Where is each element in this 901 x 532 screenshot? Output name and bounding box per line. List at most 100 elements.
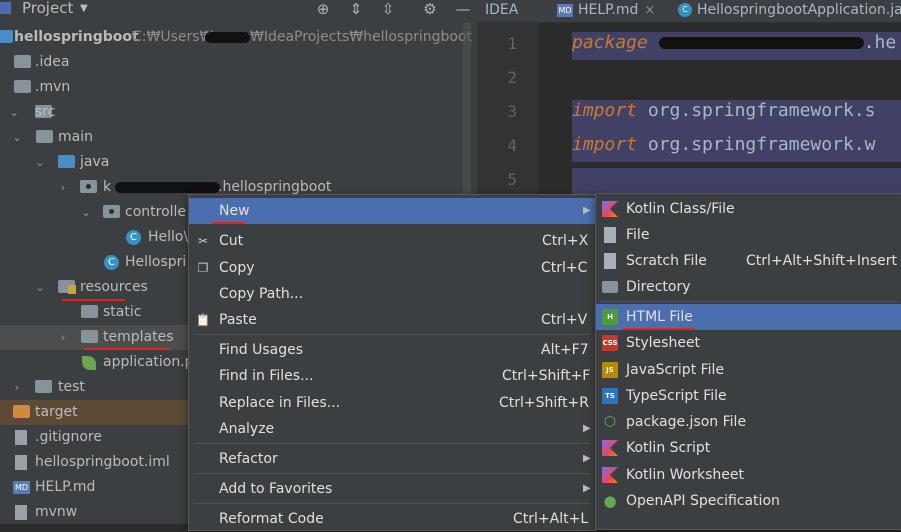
scratch-file-icon [604,253,616,269]
tree-node-label: .mvn [35,79,71,95]
tree-node-root[interactable]: hellospringboot C:₩Users₩ ₩IdeaProjects₩… [0,25,477,50]
tree-node-label: controlle [125,204,187,220]
menu-item-cut[interactable]: ✂ Cut Ctrl+X [189,228,595,254]
menu-item-add-to-favorites[interactable]: Add to Favorites ▶ [189,476,595,502]
chevron-down-icon[interactable]: ⌄ [34,275,46,300]
tree-node-label: application.p [103,354,194,370]
menu-item-analyze[interactable]: Analyze ▶ [189,416,595,442]
resources-folder-icon [58,280,76,294]
context-menu: New ▶ ✂ Cut Ctrl+X ❐ Copy Ctrl+C Copy Pa… [188,194,596,531]
folder-icon [36,130,53,143]
tree-node-label: .gitignore [35,429,102,445]
tree-node-mvn[interactable]: .mvn [0,75,477,100]
folder-icon [81,305,98,318]
tree-node-main[interactable]: ⌄ main [0,125,477,150]
project-view-selector[interactable]: Project [22,0,73,17]
folder-icon [14,80,31,93]
chevron-down-icon[interactable]: ▼ [80,3,88,14]
tree-node-label: test [58,379,85,395]
menu-item-stylesheet[interactable]: CSS Stylesheet [596,330,901,356]
chevron-right-icon[interactable]: › [57,325,69,350]
chevron-down-icon[interactable]: ⌄ [34,150,46,175]
module-file-icon [15,455,27,470]
menu-item-copy-path[interactable]: Copy Path... [189,281,595,307]
menu-item-typescript-file[interactable]: TS TypeScript File [596,383,901,409]
package-icon [80,180,97,193]
line-number: 2 [507,68,517,87]
menu-item-new[interactable]: New ▶ [189,198,595,224]
tree-node-label: Hellospri [125,254,187,270]
chevron-down-icon[interactable]: ⌄ [8,100,20,125]
close-icon[interactable]: × [644,3,655,18]
menu-item-find-in-files[interactable]: Find in Files... Ctrl+Shift+F [189,363,595,389]
markdown-icon: MD [13,481,30,494]
menu-item-reformat-code[interactable]: Reformat Code Ctrl+Alt+L [189,506,595,532]
menu-item-refactor[interactable]: Refactor ▶ [189,446,595,472]
source-folder-icon [58,155,75,168]
menu-separator [193,503,591,504]
menu-item-find-usages[interactable]: Find Usages Alt+F7 [189,337,595,363]
project-toolbar: Project ▼ ⊕ ⇕ ⇳ ⚙ — [0,0,477,19]
tab-application[interactable]: C HellospringbootApplication.ja [678,0,901,22]
collapse-all-icon[interactable]: ⇳ [379,0,397,18]
tree-node-idea[interactable]: .idea [0,50,477,75]
menu-item-kotlin-script[interactable]: Kotlin Script [596,435,901,461]
project-view-icon [0,2,11,14]
tab-idea[interactable]: IDEA [485,0,518,22]
spring-config-icon [82,356,96,370]
menu-item-kotlin-class[interactable]: Kotlin Class/File [596,196,901,222]
class-icon: C [126,230,141,245]
tree-node-label: main [58,129,93,145]
tree-node-src[interactable]: ⌄ src [0,100,477,125]
chevron-right-icon[interactable]: › [11,375,23,400]
menu-item-scratch-file[interactable]: Scratch File Ctrl+Alt+Shift+Insert [596,248,901,274]
locate-target-icon[interactable]: ⊕ [314,0,332,18]
code-line-1[interactable]: package .he [572,32,896,53]
tab-help-md[interactable]: MD HELP.md × [557,0,655,22]
menu-item-file[interactable]: File [596,222,901,248]
kotlin-script-icon [602,440,618,456]
menu-item-directory[interactable]: Directory [596,274,901,300]
kotlin-worksheet-icon [602,467,618,483]
menu-item-paste[interactable]: 📋 Paste Ctrl+V [189,307,595,333]
redaction-mark [115,182,220,193]
html-file-icon: H [602,309,618,325]
markdown-icon: MD [557,3,573,17]
menu-separator [193,473,591,474]
tree-node-java[interactable]: ⌄ java [0,150,477,175]
menu-item-html-file[interactable]: H HTML File [596,304,901,330]
menu-item-javascript-file[interactable]: JS JavaScript File [596,357,901,383]
chevron-down-icon[interactable]: ⌄ [11,125,23,150]
nodejs-icon: ⬡ [603,414,617,430]
line-number: 5 [507,170,517,189]
menu-separator [193,334,591,335]
minimize-icon[interactable]: — [454,0,472,18]
menu-item-kotlin-worksheet[interactable]: Kotlin Worksheet [596,462,901,488]
new-submenu: Kotlin Class/File File Scratch File Ctrl… [595,193,901,530]
tree-node-label: resources [80,279,148,295]
tree-node-label: target [35,404,78,420]
chevron-down-icon[interactable]: › [57,175,69,200]
class-icon: C [678,3,692,17]
tab-label: IDEA [485,2,519,18]
gear-icon[interactable]: ⚙ [421,0,439,18]
scissors-icon: ✂ [197,234,209,248]
menu-item-replace-in-files[interactable]: Replace in Files... Ctrl+Shift+R [189,390,595,416]
menu-item-copy[interactable]: ❐ Copy Ctrl+C [189,255,595,281]
tree-node-label: HELP.md [35,479,96,495]
file-icon [15,505,27,520]
chevron-right-icon: ▶ [583,423,591,434]
menu-item-package-json[interactable]: ⬡ package.json File [596,409,901,435]
tree-node-label: src [35,104,56,120]
tree-node-label: mvnw [35,504,78,520]
tree-node-label: hellospringboot.iml [35,454,170,470]
expand-all-icon[interactable]: ⇕ [347,0,365,18]
tree-node-label: java [80,154,110,170]
menu-item-openapi[interactable]: ● OpenAPI Specification [596,488,901,514]
code-line-3[interactable]: import org.springframework.s [572,100,875,121]
chevron-down-icon[interactable]: ⌄ [80,200,92,225]
openapi-icon: ● [603,492,617,510]
tree-node-label: static [103,304,142,320]
code-line-4[interactable]: import org.springframework.w [572,134,875,155]
redaction-mark [658,37,864,49]
